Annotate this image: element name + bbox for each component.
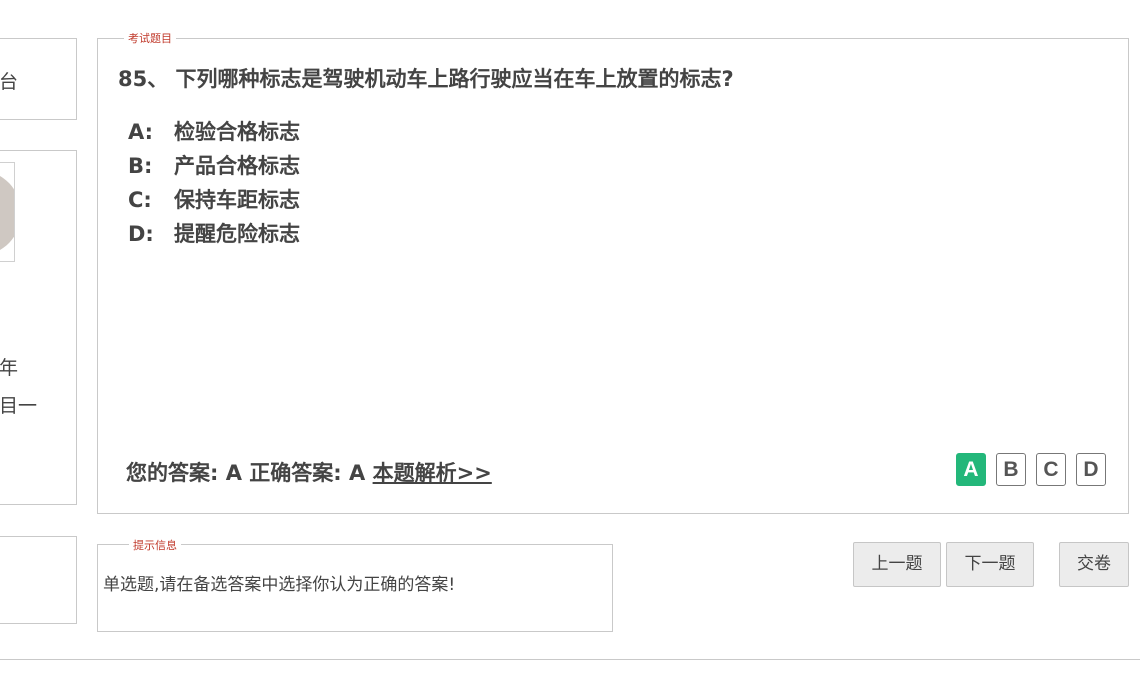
option-letter: B: — [128, 154, 153, 178]
candidate-info-fragment-2: 目一 — [0, 395, 38, 417]
answer-button-d[interactable]: D — [1076, 453, 1106, 486]
candidate-photo — [0, 162, 15, 262]
hint-panel-legend: 提示信息 — [129, 537, 181, 553]
correct-answer-value: A — [349, 461, 366, 485]
question-panel: 85、 下列哪种标志是驾驶机动车上路行驶应当在车上放置的标志? A: 检验合格标志… — [97, 38, 1129, 514]
exam-info-panel: 台 — [0, 38, 77, 120]
option-letter: A: — [128, 120, 154, 144]
your-answer-label: 您的答案: — [126, 461, 219, 485]
option-c: C: 保持车距标志 — [128, 184, 300, 214]
question-text: 85、 下列哪种标志是驾驶机动车上路行驶应当在车上放置的标志? — [118, 67, 734, 91]
question-panel-legend: 考试题目 — [124, 30, 176, 46]
option-letter: D: — [128, 222, 154, 246]
submit-exam-button[interactable]: 交卷 — [1059, 542, 1129, 587]
option-b: B: 产品合格标志 — [128, 150, 300, 180]
timer-panel — [0, 536, 77, 624]
option-d: D: 提醒危险标志 — [128, 218, 300, 248]
answer-button-a[interactable]: A — [956, 453, 986, 486]
exam-info-fragment: 台 — [0, 71, 19, 93]
prev-question-button[interactable]: 上一题 — [853, 542, 941, 587]
option-text: 产品合格标志 — [174, 154, 300, 178]
option-a: A: 检验合格标志 — [128, 116, 300, 146]
answer-summary: 您的答案: A 正确答案: A 本题解析>> — [126, 457, 492, 487]
option-text: 检验合格标志 — [174, 120, 300, 144]
candidate-info-fragment-1: 年 — [0, 357, 19, 379]
option-text: 保持车距标志 — [174, 188, 300, 212]
hint-text: 单选题,请在备选答案中选择你认为正确的答案! — [103, 575, 456, 595]
hint-panel: 单选题,请在备选答案中选择你认为正确的答案! — [97, 544, 613, 632]
option-letter: C: — [128, 188, 152, 212]
correct-answer-label: 正确答案: — [249, 461, 342, 485]
avatar — [0, 171, 14, 255]
answer-button-c[interactable]: C — [1036, 453, 1066, 486]
next-question-button[interactable]: 下一题 — [946, 542, 1034, 587]
option-text: 提醒危险标志 — [174, 222, 300, 246]
bottom-divider — [0, 659, 1140, 660]
analysis-link[interactable]: 本题解析>> — [373, 461, 492, 485]
your-answer-value: A — [225, 461, 242, 485]
answer-button-b[interactable]: B — [996, 453, 1026, 486]
